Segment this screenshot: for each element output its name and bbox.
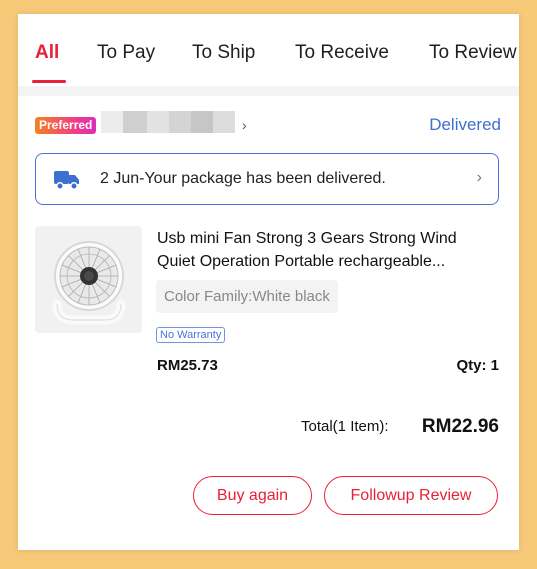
product-price: RM25.73 bbox=[157, 357, 218, 374]
product-quantity: Qty: 1 bbox=[456, 357, 499, 374]
shop-name-blurred[interactable] bbox=[101, 111, 245, 133]
tab-to-receive[interactable]: To Receive bbox=[295, 42, 389, 64]
total-label: Total(1 Item): bbox=[301, 418, 389, 435]
section-divider bbox=[18, 86, 519, 96]
warranty-tag: No Warranty bbox=[156, 327, 226, 343]
order-status: Delivered bbox=[429, 115, 501, 134]
delivery-chevron-icon: › bbox=[476, 169, 482, 186]
truck-icon bbox=[54, 171, 79, 190]
delivery-banner[interactable]: 2 Jun-Your package has been delivered. › bbox=[35, 153, 499, 205]
product-variant: Color Family:White black bbox=[156, 280, 338, 313]
order-card: All To Pay To Ship To Receive To Review … bbox=[18, 14, 519, 550]
product-image[interactable] bbox=[35, 226, 142, 333]
followup-review-button[interactable]: Followup Review bbox=[324, 476, 498, 515]
fan-icon bbox=[52, 241, 126, 325]
delivery-message: 2 Jun-Your package has been delivered. bbox=[100, 170, 386, 187]
product-title[interactable]: Usb mini Fan Strong 3 Gears Strong Wind … bbox=[157, 227, 507, 273]
active-tab-indicator bbox=[32, 80, 66, 83]
buy-again-button[interactable]: Buy again bbox=[193, 476, 312, 515]
product-title-line2: Quiet Operation Portable rechargeable... bbox=[157, 253, 446, 270]
tab-all[interactable]: All bbox=[35, 42, 59, 64]
tab-to-ship[interactable]: To Ship bbox=[192, 42, 255, 64]
tab-to-pay[interactable]: To Pay bbox=[97, 42, 155, 64]
preferred-badge: Preferred bbox=[35, 117, 97, 134]
total-value: RM22.96 bbox=[421, 416, 499, 437]
tab-to-review[interactable]: To Review bbox=[429, 42, 517, 64]
product-title-line1: Usb mini Fan Strong 3 Gears Strong Wind bbox=[157, 230, 457, 247]
shop-chevron-icon[interactable]: › bbox=[242, 117, 247, 133]
order-tabs: All To Pay To Ship To Receive To Review bbox=[18, 14, 519, 86]
